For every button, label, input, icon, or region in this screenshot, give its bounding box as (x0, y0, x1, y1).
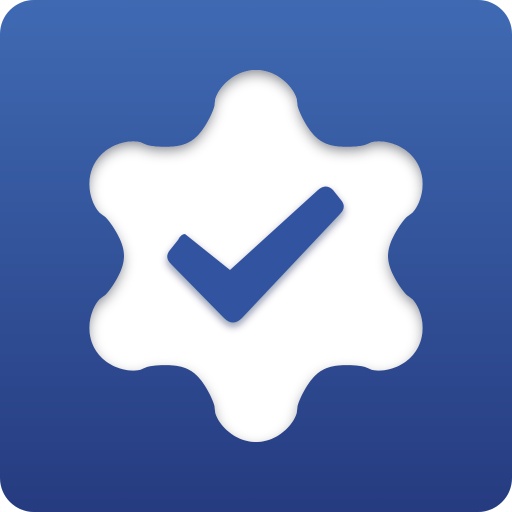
app-icon[interactable] (0, 0, 512, 512)
app-icon-graphic (0, 0, 512, 512)
